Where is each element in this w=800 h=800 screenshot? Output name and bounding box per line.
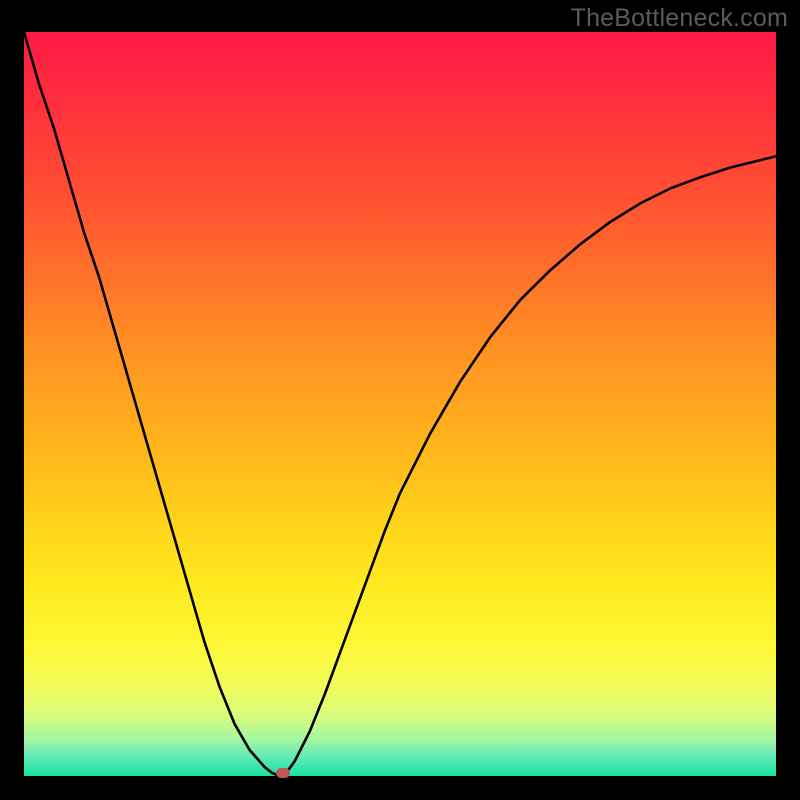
watermark-text: TheBottleneck.com [571, 4, 788, 33]
bottleneck-curve [24, 32, 776, 776]
optimum-marker [276, 768, 290, 778]
chart-frame [24, 32, 776, 776]
